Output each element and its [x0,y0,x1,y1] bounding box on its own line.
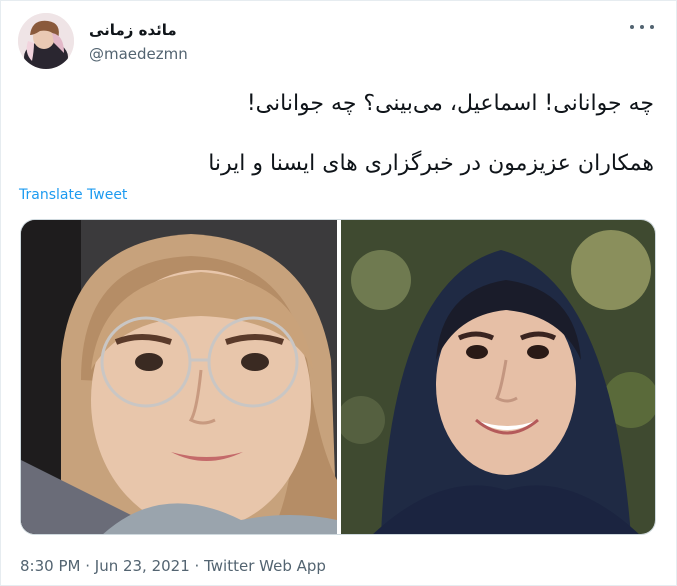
tweet-card: مائده زمانی @maedezmn چه جوانانی! اسماعی… [0,0,677,586]
photo-left[interactable] [21,220,337,534]
translate-tweet-link[interactable]: Translate Tweet [19,187,127,203]
author-handle[interactable]: @maedezmn [89,45,188,63]
tweet-metadata: 8:30 PM · Jun 23, 2021 · Twitter Web App [20,557,326,575]
author-display-name[interactable]: مائده زمانی [89,21,177,39]
meta-separator: · [189,557,205,575]
photo-right[interactable] [341,220,655,534]
tweet-date[interactable]: Jun 23, 2021 [95,557,190,575]
tweet-text-line-1: چه جوانانی! اسماعیل، می‌بینی؟ چه جوانانی… [246,91,654,116]
avatar[interactable] [18,13,74,69]
tweet-text-line-2: همکاران عزیزمون در خبرگزاری های ایسنا و … [208,151,654,176]
meta-separator: · [80,557,95,575]
media-grid[interactable] [20,219,656,535]
tweet-time[interactable]: 8:30 PM [20,557,80,575]
more-horizontal-icon[interactable] [630,19,654,35]
tweet-source-app[interactable]: Twitter Web App [204,557,326,575]
